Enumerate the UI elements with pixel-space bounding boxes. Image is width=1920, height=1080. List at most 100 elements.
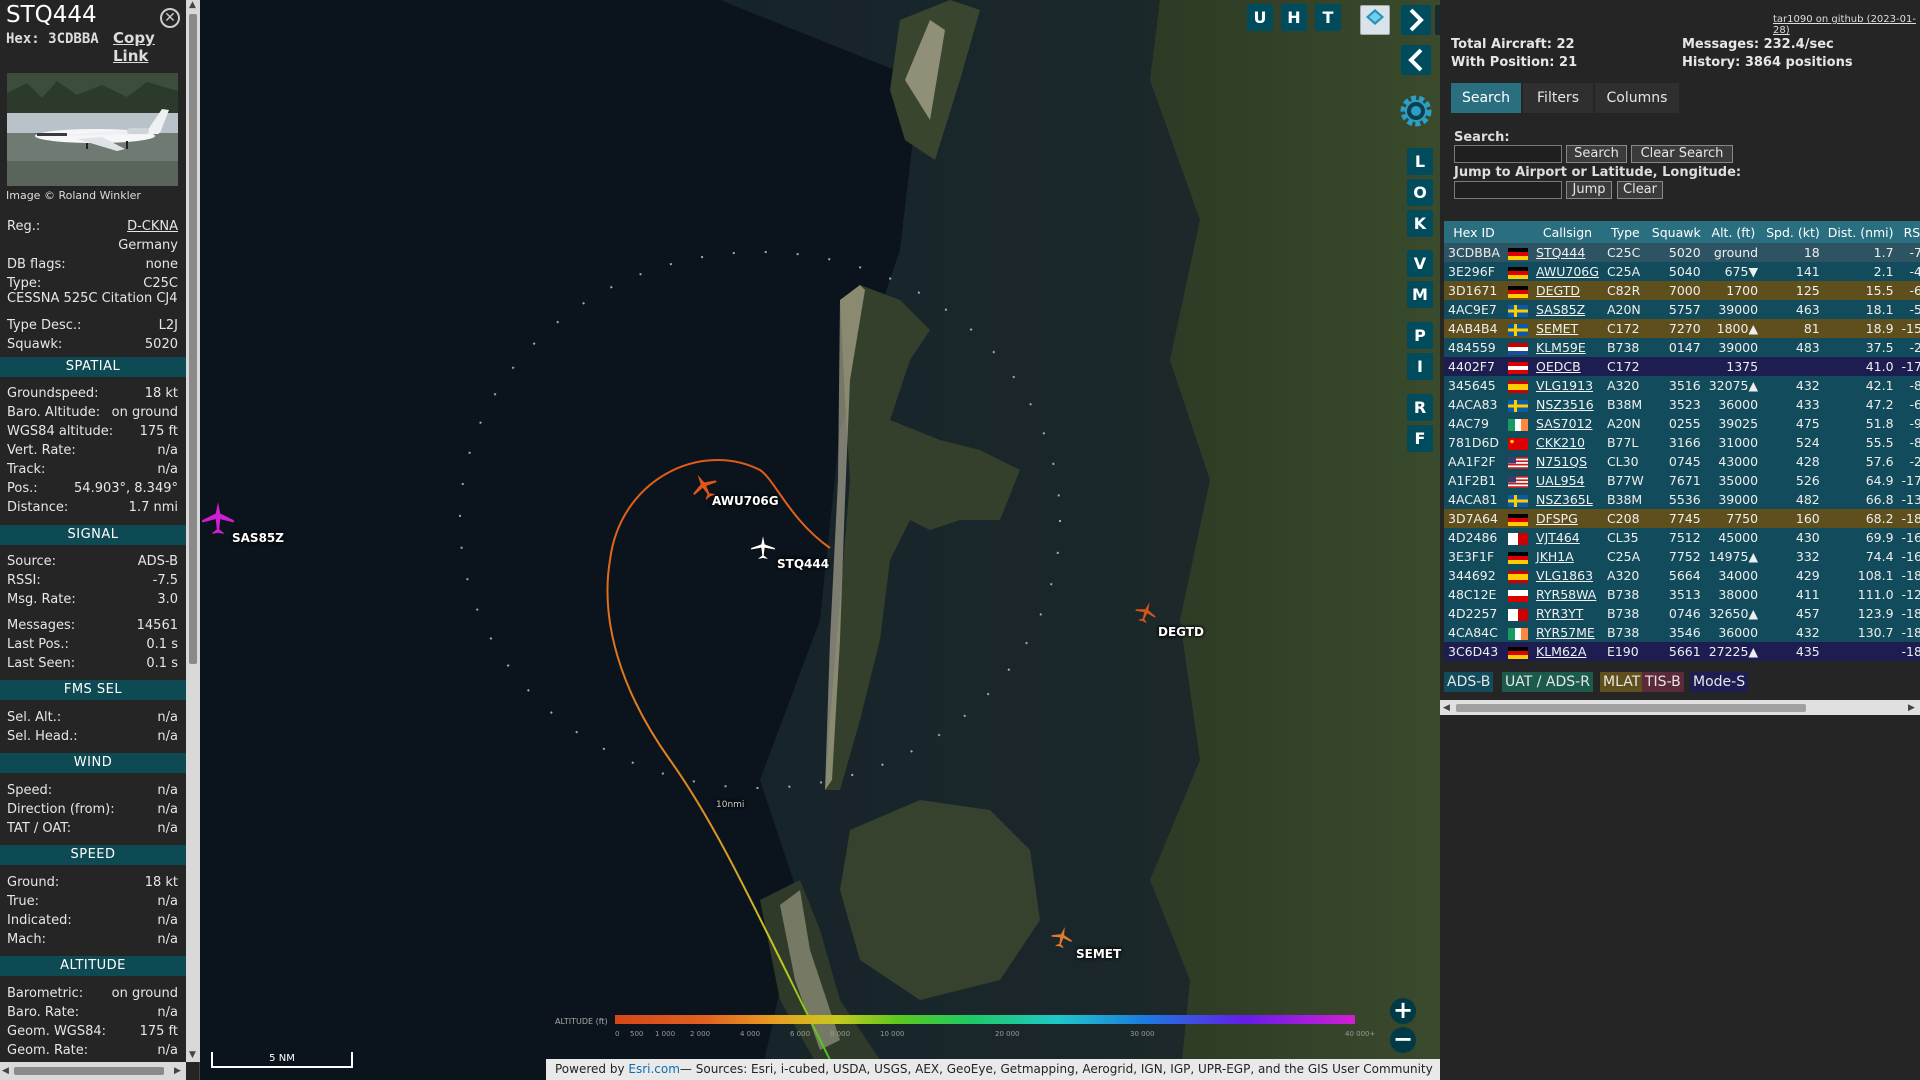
callsign-link[interactable]: UAL954 [1532, 471, 1603, 490]
jump-input[interactable] [1454, 181, 1562, 199]
map-button-f[interactable]: F [1407, 425, 1433, 452]
map-button-t[interactable]: T [1315, 4, 1341, 31]
reg-link[interactable]: D-CKNA [127, 219, 178, 234]
aircraft-stq444-label[interactable]: STQ444 [777, 557, 829, 571]
tab-filters[interactable]: Filters [1523, 83, 1593, 113]
table-row[interactable]: 781D6D CKK210B77L31663100052455.5-8.1 [1444, 433, 1920, 452]
callsign-link[interactable]: CKK210 [1532, 433, 1603, 452]
table-row[interactable]: 344692 VLG1863A320566434000429108.1-18.9 [1444, 566, 1920, 585]
callsign-link[interactable]: N751QS [1532, 452, 1603, 471]
table-row[interactable]: 3CDBBA STQ444C25C5020ground181.7-7.5 [1444, 243, 1920, 262]
aircraft-awu706g-label[interactable]: AWU706G [712, 494, 779, 508]
callsign-link[interactable]: STQ444 [1532, 243, 1603, 262]
close-icon[interactable]: ✕ [160, 8, 180, 28]
table-row[interactable]: 4ACA83 NSZ3516B38M35233600043347.2-6.2 [1444, 395, 1920, 414]
left-horizontal-scroll-thumb[interactable] [14, 1067, 164, 1075]
aircraft-semet-icon[interactable] [1050, 923, 1074, 951]
aircraft-stq444-icon[interactable] [749, 533, 777, 561]
map-button-h[interactable]: H [1281, 4, 1307, 31]
map-button-m[interactable]: M [1407, 281, 1433, 308]
copy-link-button[interactable]: Copy Link [113, 29, 186, 65]
callsign-link[interactable]: SAS7012 [1532, 414, 1603, 433]
table-row[interactable]: 4402F7 OEDCBC172 1375 41.0-17.0 [1444, 357, 1920, 376]
column-header[interactable]: RSSI [1897, 221, 1920, 243]
map-button-k[interactable]: K [1407, 210, 1433, 237]
table-row[interactable]: 484559 KLM59EB73801473900048337.5-2.5 [1444, 338, 1920, 357]
aircraft-sas85z-label[interactable]: SAS85Z [232, 531, 284, 545]
column-header[interactable]: Spd. (kt) [1762, 221, 1824, 243]
column-header[interactable]: Alt. (ft) [1704, 221, 1763, 243]
collapse-panel-button[interactable] [1401, 45, 1431, 75]
column-header[interactable]: Callsign [1532, 221, 1603, 243]
callsign-link[interactable]: SEMET [1532, 319, 1603, 338]
table-scroll-right-icon[interactable]: ▶ [1908, 703, 1915, 713]
aircraft-semet-label[interactable]: SEMET [1076, 947, 1121, 961]
expand-panel-button[interactable] [1401, 5, 1431, 35]
map-button-i[interactable]: I [1407, 353, 1433, 380]
callsign-link[interactable]: NSZ365L [1532, 490, 1603, 509]
table-row[interactable]: 4D2257 RYR3YTB738074632650▲457123.9-18.8 [1444, 604, 1920, 623]
tab-search[interactable]: Search [1451, 83, 1521, 113]
scroll-right-icon[interactable]: ▶ [174, 1066, 181, 1076]
map-button-r[interactable]: R [1407, 394, 1433, 421]
map-button-u[interactable]: U [1247, 4, 1273, 31]
callsign-link[interactable]: KLM59E [1532, 338, 1603, 357]
layers-button[interactable] [1360, 5, 1390, 35]
esri-link[interactable]: Esri.com [628, 1062, 680, 1076]
map-view[interactable]: 10nmi AWU706G STQ444 SAS85Z DEGTD SEMET … [200, 0, 1440, 1080]
table-row[interactable]: 4AB4B4 SEMETC17272701800▲8118.9-15.9 [1444, 319, 1920, 338]
table-row[interactable]: 3D1671 DEGTDC82R7000170012515.5-6.6 [1444, 281, 1920, 300]
left-vertical-scroll-thumb[interactable] [189, 14, 197, 664]
column-header[interactable]: Hex ID [1444, 221, 1505, 243]
map-button-o[interactable]: O [1407, 179, 1433, 206]
jump-button[interactable]: Jump [1566, 181, 1612, 199]
table-row[interactable]: 4CA84C RYR57MEB738354636000432130.7-18.0 [1444, 623, 1920, 642]
callsign-link[interactable]: DEGTD [1532, 281, 1603, 300]
callsign-link[interactable]: RYR58WA [1532, 585, 1603, 604]
callsign-link[interactable]: JKH1A [1532, 547, 1603, 566]
callsign-link[interactable]: SAS85Z [1532, 300, 1603, 319]
callsign-link[interactable]: VLG1913 [1532, 376, 1603, 395]
scroll-up-icon[interactable]: ▲ [189, 0, 196, 10]
column-header[interactable] [1504, 221, 1533, 243]
table-scroll-left-icon[interactable]: ◀ [1443, 703, 1450, 713]
aircraft-photo[interactable] [7, 73, 178, 186]
map-button-p[interactable]: P [1407, 322, 1433, 349]
callsign-link[interactable]: DFSPG [1532, 509, 1603, 528]
table-row[interactable]: 3D7A64 DFSPGC2087745775016068.2-18.3 [1444, 509, 1920, 528]
column-header[interactable]: Squawk [1647, 221, 1705, 243]
table-row[interactable]: 345645 VLG1913A320351632075▲43242.1-8.9 [1444, 376, 1920, 395]
table-row[interactable]: 4ACA81 NSZ365LB38M55363900048266.8-13.3 [1444, 490, 1920, 509]
callsign-link[interactable]: VLG1863 [1532, 566, 1603, 585]
callsign-link[interactable]: VJT464 [1532, 528, 1603, 547]
callsign-link[interactable]: AWU706G [1532, 262, 1603, 281]
map-button-v[interactable]: V [1407, 250, 1433, 277]
scroll-down-icon[interactable]: ▼ [189, 1050, 196, 1060]
aircraft-degtd-label[interactable]: DEGTD [1158, 625, 1204, 639]
callsign-link[interactable]: KLM62A [1532, 642, 1603, 661]
callsign-link[interactable]: RYR3YT [1532, 604, 1603, 623]
table-horizontal-scroll-thumb[interactable] [1456, 704, 1806, 712]
table-row[interactable]: 3E296F AWU706GC25A5040675▼1412.1-4.9 [1444, 262, 1920, 281]
clear-search-button[interactable]: Clear Search [1631, 145, 1733, 163]
table-row[interactable]: 4D2486 VJT464CL3575124500043069.9-16.9 [1444, 528, 1920, 547]
aircraft-sas85z-icon[interactable] [201, 500, 235, 536]
aircraft-degtd-icon[interactable] [1134, 599, 1158, 625]
search-button[interactable]: Search [1566, 145, 1627, 163]
column-header[interactable]: Dist. (nmi) [1823, 221, 1898, 243]
left-horizontal-scrollbar[interactable]: ◀ ▶ [0, 1062, 186, 1080]
table-row[interactable]: A1F2B1 UAL954B77W76713500052664.9-17.5 [1444, 471, 1920, 490]
table-row[interactable]: 3E3F1F JKH1AC25A775214975▲33274.4-16.2 [1444, 547, 1920, 566]
table-horizontal-scrollbar[interactable]: ◀ ▶ [1440, 700, 1920, 715]
table-row[interactable]: 4AC9E7 SAS85ZA20N57573900046318.1-5.9 [1444, 300, 1920, 319]
scroll-left-icon[interactable]: ◀ [2, 1066, 9, 1076]
search-input[interactable] [1454, 145, 1562, 163]
table-row[interactable]: 4AC79 SAS7012A20N02553902547551.8-9.8 [1444, 414, 1920, 433]
callsign-link[interactable]: RYR57ME [1532, 623, 1603, 642]
settings-button[interactable] [1395, 90, 1437, 132]
callsign-link[interactable]: NSZ3516 [1532, 395, 1603, 414]
github-link[interactable]: tar1090 on github (2023-01-28) [1773, 14, 1920, 36]
map-button-l[interactable]: L [1407, 148, 1433, 175]
tab-columns[interactable]: Columns [1595, 83, 1679, 113]
callsign-link[interactable]: OEDCB [1532, 357, 1603, 376]
